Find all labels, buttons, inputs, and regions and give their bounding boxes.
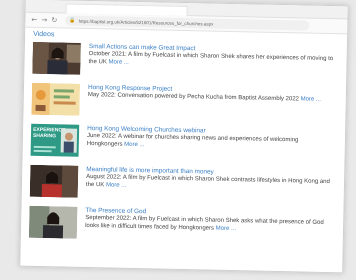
more-link[interactable]: More ...	[124, 142, 144, 148]
more-link[interactable]: More ...	[216, 225, 236, 231]
video-item: Hong Kong Response Project May 2022: Con…	[31, 82, 346, 122]
video-thumbnail[interactable]: EXPERIENCE SHARING	[30, 123, 80, 157]
video-item: EXPERIENCE SHARING Hong Kong Welcoming C…	[30, 123, 346, 163]
more-link[interactable]: More ...	[106, 182, 126, 188]
video-thumbnail[interactable]	[28, 205, 78, 239]
video-thumbnail[interactable]	[29, 164, 79, 198]
url-text: https://baptist.org.uk/Articles/521801/R…	[78, 18, 214, 27]
page-content: Videos Small Actions can make Great Impa…	[21, 28, 347, 245]
lock-icon: 🔒	[69, 17, 76, 24]
browser-window: ← → ↻ 🔒 https://baptist.org.uk/Articles/…	[19, 0, 349, 274]
more-link[interactable]: More ...	[108, 59, 128, 65]
video-thumbnail[interactable]	[32, 41, 81, 75]
video-item: The Presence of God September 2022: A fi…	[28, 205, 344, 245]
back-arrow-icon[interactable]: ←	[29, 16, 39, 24]
more-link[interactable]: More ...	[301, 96, 321, 102]
video-item: Meaningful life is more important than m…	[29, 164, 345, 204]
video-thumbnail[interactable]	[31, 82, 81, 116]
video-item: Small Actions can make Great Impact Octo…	[32, 41, 347, 81]
reload-icon[interactable]: ↻	[49, 16, 59, 24]
forward-arrow-icon[interactable]: →	[39, 16, 49, 24]
